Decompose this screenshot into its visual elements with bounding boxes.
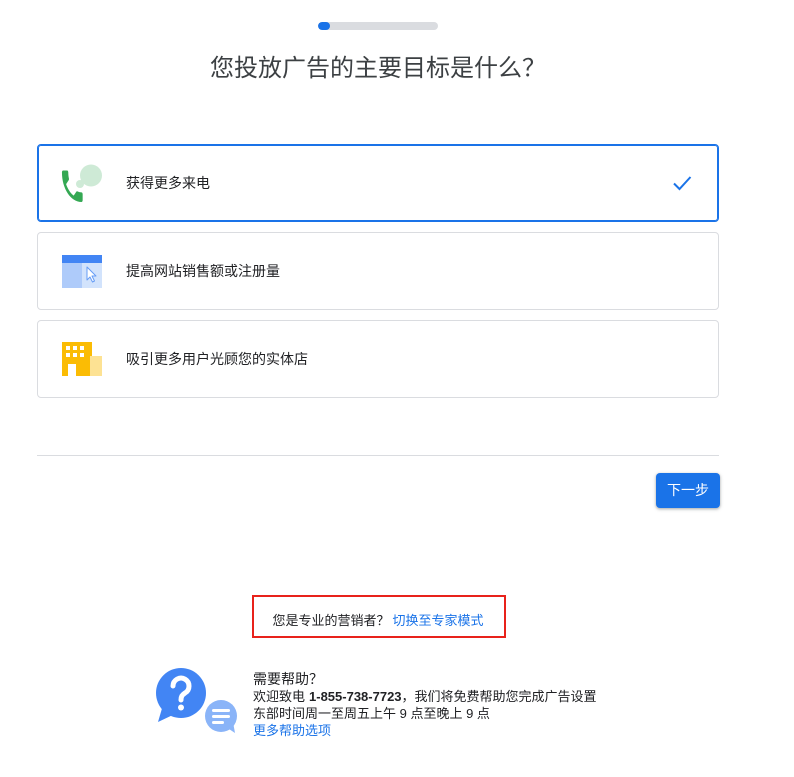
expert-mode-question: 您是专业的营销者？ <box>272 613 390 628</box>
page-title: 您投放广告的主要目标是什么？ <box>210 55 546 82</box>
website-icon <box>62 255 102 288</box>
progress-bar <box>318 22 438 30</box>
goal-option-label: 获得更多来电 <box>126 175 210 191</box>
goal-option-label: 吸引更多用户光顾您的实体店 <box>126 351 308 367</box>
help-call-suffix: ，我们将免费帮助您完成广告设置 <box>401 689 597 704</box>
goal-option-label: 提高网站销售额或注册量 <box>126 263 280 279</box>
help-call-prefix: 欢迎致电 <box>253 689 306 704</box>
help-chat-icon <box>156 668 237 733</box>
more-help-options-link[interactable]: 更多帮助选项 <box>253 723 331 738</box>
help-phone-number: 1-855-738-7723 <box>309 689 402 704</box>
progress-fill <box>318 22 330 30</box>
help-panel: 需要帮助？ 欢迎致电 1-855-738-7723，我们将免费帮助您完成广告设置 … <box>253 670 597 739</box>
goal-option-store[interactable]: 吸引更多用户光顾您的实体店 <box>37 320 719 398</box>
storefront-icon <box>62 342 102 376</box>
expert-mode-prompt: 您是专业的营销者？ 切换至专家模式 <box>37 612 719 630</box>
check-icon <box>673 176 692 191</box>
goal-option-website[interactable]: 提高网站销售额或注册量 <box>37 232 719 310</box>
help-heading: 需要帮助？ <box>253 671 323 687</box>
next-button[interactable]: 下一步 <box>656 473 720 508</box>
phone-icon <box>61 164 102 202</box>
goal-option-calls[interactable]: 获得更多来电 <box>37 144 719 222</box>
help-call-line: 欢迎致电 1-855-738-7723，我们将免费帮助您完成广告设置 <box>253 688 597 705</box>
section-divider <box>37 455 719 456</box>
switch-to-expert-mode-link[interactable]: 切换至专家模式 <box>393 613 484 628</box>
help-hours: 东部时间周一至周五上午 9 点至晚上 9 点 <box>253 706 490 721</box>
